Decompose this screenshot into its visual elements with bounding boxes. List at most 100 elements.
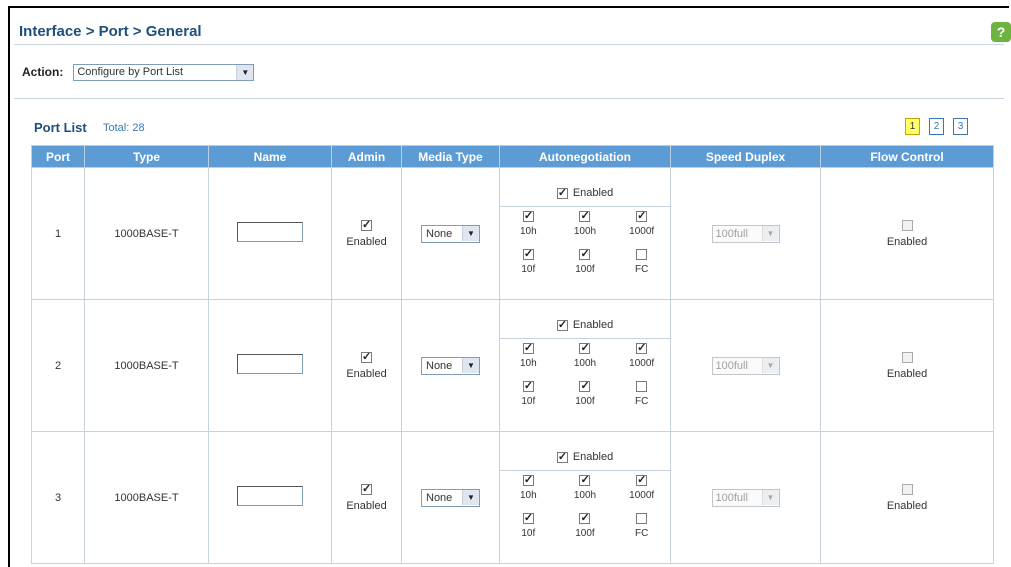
autoneg-enabled-checkbox[interactable] <box>556 450 568 463</box>
col-header-autonegotiation: Autonegotiation <box>499 145 671 168</box>
cap-label: 10h <box>519 490 537 501</box>
type-cell: 1000BASE-T <box>84 167 209 300</box>
section-divider <box>14 98 1004 99</box>
speed-duplex-value: 100full <box>715 359 748 372</box>
name-cell <box>208 167 332 300</box>
flow-control-label: Enabled <box>886 235 928 248</box>
autoneg-enabled-label: Enabled <box>572 319 614 331</box>
table-row: 1 1000BASE-T Enabled None ▼ Enabled 10h … <box>31 167 994 300</box>
cap-10h-checkbox[interactable] <box>522 341 534 354</box>
autoneg-capabilities: 10h 100h 1000f 10f 100f FC <box>500 207 670 287</box>
media-type-select[interactable]: None ▼ <box>421 224 480 243</box>
cap-100f: 100f <box>557 379 614 419</box>
autoneg-enabled-label: Enabled <box>572 451 614 463</box>
cap-100f-checkbox[interactable] <box>579 379 591 392</box>
cap-10h-checkbox[interactable] <box>522 473 534 486</box>
cap-100h-checkbox[interactable] <box>579 473 591 486</box>
admin-cell: Enabled <box>331 167 402 300</box>
media-cell: None ▼ <box>401 299 500 432</box>
flow-control-checkbox[interactable] <box>901 484 913 496</box>
cap-label: 10f <box>521 264 536 275</box>
cap-1000f-checkbox[interactable] <box>636 473 648 486</box>
cap-10f-checkbox[interactable] <box>522 379 534 392</box>
autoneg-enabled-checkbox[interactable] <box>556 318 568 331</box>
flow-cell: Enabled <box>820 299 994 432</box>
cap-fc: FC <box>613 381 670 419</box>
cap-10f-checkbox[interactable] <box>522 511 534 524</box>
page-button-2[interactable]: 2 <box>929 118 944 135</box>
port-name-input[interactable] <box>237 354 303 374</box>
media-type-value: None <box>426 491 453 504</box>
cap-100h-checkbox[interactable] <box>579 209 591 222</box>
admin-enabled-checkbox[interactable] <box>361 218 372 232</box>
port-name-input[interactable] <box>237 222 303 242</box>
title-divider <box>14 44 1004 45</box>
autoneg-enabled-row: Enabled <box>500 444 670 471</box>
action-row: Action: Configure by Port List ▼ <box>22 61 255 83</box>
cap-10h: 10h <box>500 473 557 513</box>
cap-1000f-checkbox[interactable] <box>636 341 648 354</box>
speed-duplex-value: 100full <box>715 227 748 240</box>
cap-fc-checkbox[interactable] <box>636 513 648 524</box>
admin-enabled-checkbox[interactable] <box>361 482 372 496</box>
port-name-input[interactable] <box>237 486 303 506</box>
cap-label: 100h <box>573 226 597 237</box>
autoneg-enabled-row: Enabled <box>500 312 670 339</box>
page-button-1[interactable]: 1 <box>905 118 920 135</box>
speed-cell: 100full ▼ <box>670 167 821 300</box>
port-cell: 3 <box>31 431 85 564</box>
cap-fc-checkbox[interactable] <box>636 381 648 392</box>
type-cell: 1000BASE-T <box>84 299 209 432</box>
flow-control-checkbox[interactable] <box>901 220 913 232</box>
port-table: Port Type Name Admin Media Type Autonego… <box>31 145 994 564</box>
autoneg-enabled-checkbox[interactable] <box>556 186 568 199</box>
chevron-down-icon[interactable]: ▼ <box>236 64 254 80</box>
media-cell: None ▼ <box>401 167 500 300</box>
cap-100h: 100h <box>557 209 614 249</box>
admin-enabled-checkbox[interactable] <box>361 350 372 364</box>
port-cell: 1 <box>31 167 85 300</box>
media-type-select[interactable]: None ▼ <box>421 356 480 375</box>
cap-100f-checkbox[interactable] <box>579 511 591 524</box>
cap-100h: 100h <box>557 473 614 513</box>
cap-10h: 10h <box>500 341 557 381</box>
cap-label: 10h <box>519 226 537 237</box>
chevron-down-icon[interactable]: ▼ <box>462 358 479 373</box>
cap-10h-checkbox[interactable] <box>522 209 534 222</box>
cap-100h-checkbox[interactable] <box>579 341 591 354</box>
port-cell: 2 <box>31 299 85 432</box>
page-button-3[interactable]: 3 <box>953 118 968 135</box>
col-header-speed-duplex: Speed Duplex <box>670 145 821 168</box>
speed-cell: 100full ▼ <box>670 431 821 564</box>
type-cell: 1000BASE-T <box>84 431 209 564</box>
chevron-down-icon[interactable]: ▼ <box>462 226 479 241</box>
cap-label: FC <box>634 528 649 539</box>
cap-10f: 10f <box>500 511 557 551</box>
action-select[interactable]: Configure by Port List ▼ <box>73 63 255 81</box>
col-header-admin: Admin <box>331 145 402 168</box>
autoneg-enabled-row: Enabled <box>500 180 670 207</box>
port-type: 1000BASE-T <box>114 491 179 504</box>
cap-label: 1000f <box>629 490 655 501</box>
table-row: 3 1000BASE-T Enabled None ▼ Enabled 10h … <box>31 431 994 564</box>
port-number: 1 <box>54 227 62 240</box>
cap-10f-checkbox[interactable] <box>522 247 534 260</box>
page-title: Interface > Port > General <box>19 23 202 40</box>
help-icon[interactable]: ? <box>991 22 1011 42</box>
action-select-value: Configure by Port List <box>77 66 184 78</box>
cap-100f-checkbox[interactable] <box>579 247 591 260</box>
autoneg-cell: Enabled 10h 100h 1000f 10f 100f FC <box>499 431 671 564</box>
port-type: 1000BASE-T <box>114 359 179 372</box>
chevron-down-icon[interactable]: ▼ <box>462 490 479 505</box>
autoneg-cell: Enabled 10h 100h 1000f 10f 100f FC <box>499 299 671 432</box>
flow-control-label: Enabled <box>886 367 928 380</box>
cap-fc-checkbox[interactable] <box>636 249 648 260</box>
media-type-select[interactable]: None ▼ <box>421 488 480 507</box>
cap-1000f-checkbox[interactable] <box>636 209 648 222</box>
media-type-value: None <box>426 359 453 372</box>
speed-duplex-select: 100full ▼ <box>711 224 780 243</box>
flow-control-checkbox[interactable] <box>901 352 913 364</box>
col-header-type: Type <box>84 145 209 168</box>
speed-duplex-select: 100full ▼ <box>711 488 780 507</box>
autoneg-cell: Enabled 10h 100h 1000f 10f 100f FC <box>499 167 671 300</box>
